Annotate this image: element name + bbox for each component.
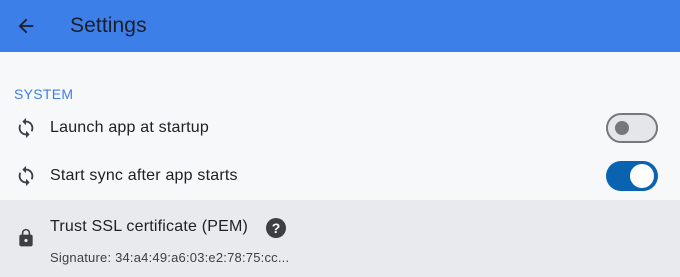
launch-at-startup-toggle[interactable]: [606, 113, 658, 143]
certificate-title: Trust SSL certificate (PEM): [50, 218, 249, 235]
sync-icon: [14, 164, 38, 188]
setting-label: Launch app at startup: [50, 119, 209, 136]
start-sync-toggle[interactable]: [606, 161, 658, 191]
help-icon[interactable]: ?: [266, 218, 286, 238]
toggle-knob: [630, 164, 654, 188]
setting-label: Start sync after app starts: [50, 167, 238, 184]
settings-screen: Settings SYSTEM Launch app at startup St…: [0, 0, 680, 277]
page-title: Settings: [70, 14, 147, 37]
toggle-knob: [615, 121, 629, 135]
setting-launch-at-startup[interactable]: Launch app at startup: [0, 104, 680, 152]
sync-icon: [14, 116, 38, 140]
setting-trust-ssl-certificate[interactable]: Trust SSL certificate (PEM) ? Signature:…: [0, 200, 680, 277]
lock-icon: [14, 226, 38, 250]
app-bar: Settings: [0, 0, 680, 52]
setting-start-sync[interactable]: Start sync after app starts: [0, 152, 680, 200]
arrow-back-icon[interactable]: [0, 0, 52, 52]
certificate-signature: Signature: 34:a4:49:a6:03:e2:78:75:cc...: [50, 250, 290, 265]
section-header-system: SYSTEM: [14, 86, 74, 102]
